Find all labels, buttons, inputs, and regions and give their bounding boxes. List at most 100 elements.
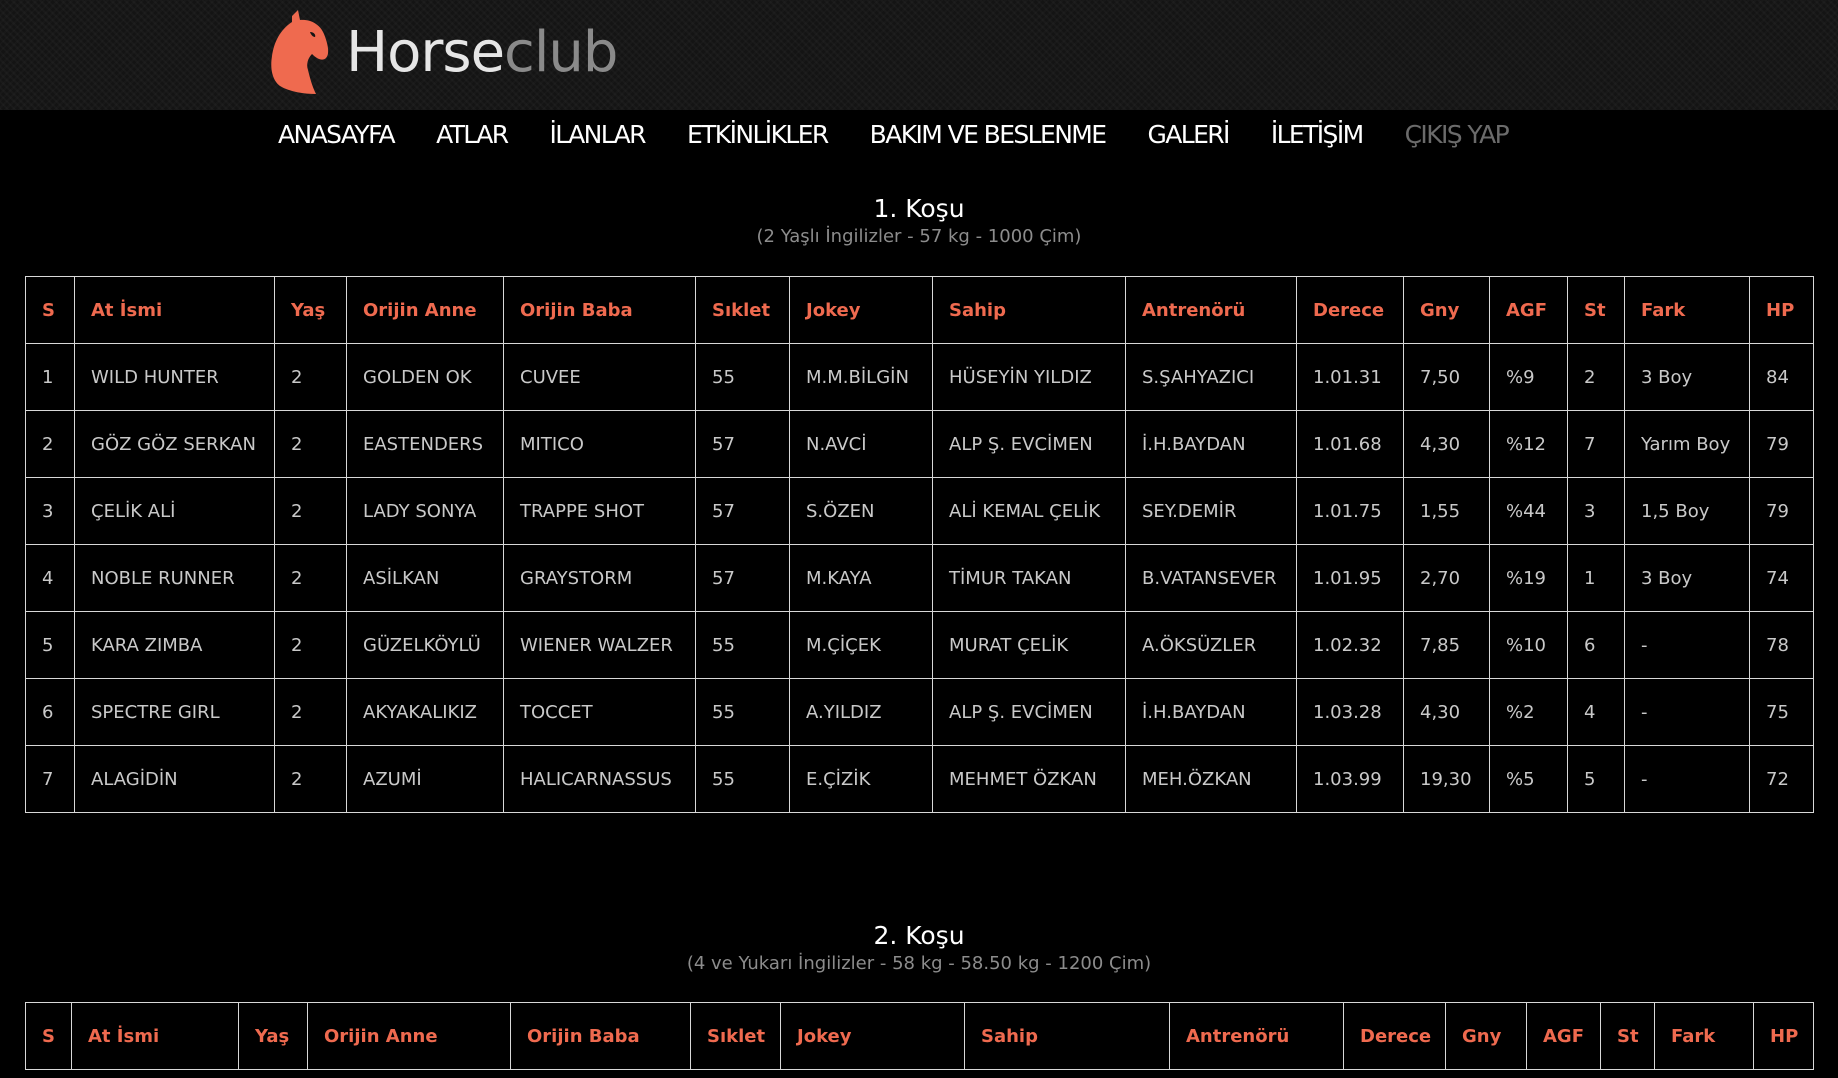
table-cell: 19,30 <box>1403 745 1490 813</box>
table-cell: AKYAKALIKIZ <box>346 678 504 746</box>
table-cell: MITICO <box>503 410 696 478</box>
table-cell: M.M.BİLGİN <box>789 343 933 411</box>
table-cell: TOCCET <box>503 678 696 746</box>
table-cell: 5 <box>1567 745 1625 813</box>
table-cell: 57 <box>695 410 790 478</box>
column-header: Sıklet <box>690 1002 781 1070</box>
table-cell: 2 <box>1567 343 1625 411</box>
table-cell: 55 <box>695 611 790 679</box>
nav-item-anasayfa[interactable]: ANASAYFA <box>278 120 396 149</box>
table-cell: 2 <box>274 410 347 478</box>
column-header: Yaş <box>274 276 347 344</box>
column-header: Derece <box>1296 276 1404 344</box>
table-cell: 2 <box>274 611 347 679</box>
column-header: Sahip <box>932 276 1126 344</box>
table-cell: İ.H.BAYDAN <box>1125 410 1297 478</box>
table-cell: SPECTRE GIRL <box>74 678 275 746</box>
column-header: Jokey <box>780 1002 965 1070</box>
race-section: 2. Koşu (4 ve Yukarı İngilizler - 58 kg … <box>25 921 1814 1070</box>
column-header: Orijin Baba <box>510 1002 691 1070</box>
column-header: St <box>1600 1002 1655 1070</box>
column-header: HP <box>1749 276 1814 344</box>
nav-item-galeri[interactable]: GALERİ <box>1147 120 1230 149</box>
table-cell: - <box>1624 745 1750 813</box>
table-cell: N.AVCİ <box>789 410 933 478</box>
table-cell: ALP Ş. EVCİMEN <box>932 678 1126 746</box>
race-title: 2. Koşu <box>873 921 965 950</box>
table-cell: B.VATANSEVER <box>1125 544 1297 612</box>
table-cell: %12 <box>1489 410 1568 478</box>
table-cell: 2 <box>274 477 347 545</box>
table-cell: 79 <box>1749 410 1814 478</box>
table-cell: MEH.ÖZKAN <box>1125 745 1297 813</box>
nav-item-logout[interactable]: ÇIKIŞ YAP <box>1405 120 1510 149</box>
table-cell: 1.02.32 <box>1296 611 1404 679</box>
table-cell: 1.03.99 <box>1296 745 1404 813</box>
race-title: 1. Koşu <box>873 194 965 223</box>
table-cell: 55 <box>695 678 790 746</box>
site-logo[interactable]: Horseclub <box>270 8 618 98</box>
table-cell: 4 <box>25 544 75 612</box>
table-cell: 7,85 <box>1403 611 1490 679</box>
table-cell: S.ŞAHYAZICI <box>1125 343 1297 411</box>
table-cell: 4 <box>1567 678 1625 746</box>
table-cell: 55 <box>695 343 790 411</box>
table-cell: 2 <box>274 544 347 612</box>
table-cell: ALİ KEMAL ÇELİK <box>932 477 1126 545</box>
column-header: At İsmi <box>74 276 275 344</box>
brand-name: Horseclub <box>346 25 618 81</box>
table-cell: E.ÇİZİK <box>789 745 933 813</box>
main-nav: ANASAYFA ATLAR İLANLAR ETKİNLİKLER BAKIM… <box>278 112 1550 156</box>
table-cell: EASTENDERS <box>346 410 504 478</box>
column-header: Sahip <box>964 1002 1170 1070</box>
brand-name-part1: Horse <box>346 20 505 85</box>
table-cell: TRAPPE SHOT <box>503 477 696 545</box>
table-cell: 1.01.75 <box>1296 477 1404 545</box>
table-cell: 75 <box>1749 678 1814 746</box>
table-cell: %19 <box>1489 544 1568 612</box>
nav-item-ilanlar[interactable]: İLANLAR <box>549 120 646 149</box>
table-cell: A.ÖKSÜZLER <box>1125 611 1297 679</box>
column-header: S <box>25 276 75 344</box>
table-cell: NOBLE RUNNER <box>74 544 275 612</box>
site-header: Horseclub <box>0 0 1838 110</box>
race-section: 1. Koşu (2 Yaşlı İngilizler - 57 kg - 10… <box>25 194 1814 813</box>
table-cell: 7 <box>25 745 75 813</box>
nav-item-bakim-ve-beslenme[interactable]: BAKIM VE BESLENME <box>870 120 1107 149</box>
nav-item-iletisim[interactable]: İLETİŞİM <box>1271 120 1364 149</box>
race-subtitle: (4 ve Yukarı İngilizler - 58 kg - 58.50 … <box>686 953 1152 974</box>
column-header: Fark <box>1624 276 1750 344</box>
column-header: Jokey <box>789 276 933 344</box>
table-cell: S.ÖZEN <box>789 477 933 545</box>
race-subtitle: (2 Yaşlı İngilizler - 57 kg - 1000 Çim) <box>756 226 1082 247</box>
table-cell: 2 <box>274 745 347 813</box>
column-header: Gny <box>1403 276 1490 344</box>
table-cell: GOLDEN OK <box>346 343 504 411</box>
table-cell: 78 <box>1749 611 1814 679</box>
column-header: Derece <box>1343 1002 1446 1070</box>
table-cell: HALICARNASSUS <box>503 745 696 813</box>
table-cell: %10 <box>1489 611 1568 679</box>
column-header: HP <box>1753 1002 1814 1070</box>
table-cell: 4,30 <box>1403 410 1490 478</box>
nav-item-atlar[interactable]: ATLAR <box>436 120 509 149</box>
table-cell: ÇELİK ALİ <box>74 477 275 545</box>
table-cell: 2 <box>274 678 347 746</box>
nav-item-etkinlikler[interactable]: ETKİNLİKLER <box>687 120 829 149</box>
results-table: S At İsmi Yaş Orijin Anne Orijin Baba Sıklet J… <box>25 1002 1814 1070</box>
horse-head-icon <box>271 10 329 94</box>
table-row: 5 KARA ZIMBA 2 GÜZELKÖYLÜ WIENER WALZER 55 M.Ç… <box>25 611 1814 679</box>
column-header: Orijin Anne <box>307 1002 511 1070</box>
table-cell: İ.H.BAYDAN <box>1125 678 1297 746</box>
column-header: At İsmi <box>71 1002 239 1070</box>
brand-name-part2: club <box>504 20 618 85</box>
table-cell: %9 <box>1489 343 1568 411</box>
table-cell: 3 Boy <box>1624 544 1750 612</box>
table-row: 1 WILD HUNTER 2 GOLDEN OK CUVEE 55 M.M.BİLGİN H… <box>25 343 1814 411</box>
table-cell: %44 <box>1489 477 1568 545</box>
table-cell: TİMUR TAKAN <box>932 544 1126 612</box>
table-cell: - <box>1624 678 1750 746</box>
table-cell: 7,50 <box>1403 343 1490 411</box>
table-cell: MEHMET ÖZKAN <box>932 745 1126 813</box>
table-cell: 3 <box>25 477 75 545</box>
